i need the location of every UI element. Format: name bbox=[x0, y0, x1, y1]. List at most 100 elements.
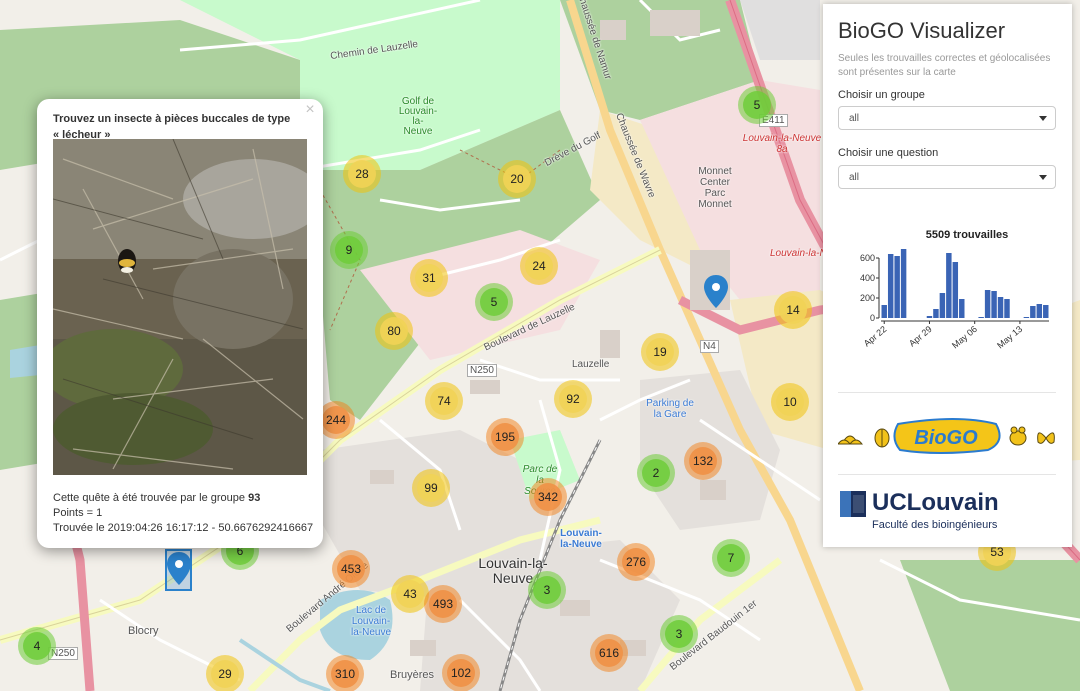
map-cluster-marker[interactable]: 31 bbox=[410, 259, 448, 297]
map-cluster-marker[interactable]: 9 bbox=[330, 231, 368, 269]
cluster-count: 342 bbox=[534, 483, 562, 511]
group-select-label: Choisir un groupe bbox=[838, 89, 925, 101]
map-cluster-marker[interactable]: 28 bbox=[343, 155, 381, 193]
chart-x-tick-label: May 06 bbox=[950, 324, 979, 351]
faculty-name: Faculté des bioingénieurs bbox=[872, 519, 998, 531]
cluster-count: 99 bbox=[417, 474, 445, 502]
butterfly-icon bbox=[1037, 432, 1055, 444]
map-cluster-marker[interactable]: 102 bbox=[442, 654, 480, 691]
map-cluster-marker[interactable]: 19 bbox=[641, 333, 679, 371]
popup-found-at: Trouvée le 2019:04:26 16:17:12 - 50.6676… bbox=[53, 522, 314, 534]
cluster-count: 19 bbox=[646, 338, 674, 366]
map-cluster-marker[interactable]: 276 bbox=[617, 543, 655, 581]
chart-y-tick-label: 0 bbox=[870, 313, 875, 323]
chart-y-tick-label: 600 bbox=[860, 253, 875, 263]
map-cluster-marker[interactable]: 92 bbox=[554, 380, 592, 418]
chart-bar bbox=[1004, 299, 1010, 318]
cluster-count: 80 bbox=[380, 317, 408, 345]
popup-group-prefix: Cette quête à été trouvée par le groupe bbox=[53, 492, 246, 504]
chart-bar bbox=[887, 254, 894, 318]
group-select[interactable]: all bbox=[838, 106, 1056, 130]
question-select[interactable]: all bbox=[838, 165, 1056, 189]
finds-chart: 5509 trouvailles 0 200 400 600 Apr 22 Apr 29 M… bbox=[860, 229, 1049, 351]
uclouvain-mark-icon bbox=[840, 491, 866, 517]
map-cluster-marker[interactable]: 5 bbox=[475, 283, 513, 321]
cluster-count: 310 bbox=[331, 660, 359, 688]
chevron-down-icon bbox=[1039, 116, 1047, 121]
map-cluster-marker[interactable]: 453 bbox=[332, 550, 370, 588]
chart-bar bbox=[1030, 306, 1036, 318]
divider bbox=[838, 474, 1056, 475]
map-cluster-marker[interactable]: 3 bbox=[660, 615, 698, 653]
map-cluster-marker[interactable]: 99 bbox=[412, 469, 450, 507]
cluster-count: 3 bbox=[533, 576, 561, 604]
popup-close-button[interactable]: × bbox=[301, 101, 319, 119]
group-select-value: all bbox=[849, 113, 860, 124]
map-cluster-marker[interactable]: 14 bbox=[774, 291, 812, 329]
chart-bar bbox=[926, 316, 933, 318]
chart-bar bbox=[1043, 305, 1049, 318]
map-cluster-marker[interactable]: 74 bbox=[425, 382, 463, 420]
cluster-count: 9 bbox=[335, 236, 363, 264]
map-cluster-marker[interactable]: 7 bbox=[712, 539, 750, 577]
chart-x-tick-label: May 13 bbox=[995, 324, 1024, 351]
chart-y-tick-label: 200 bbox=[860, 293, 875, 303]
cluster-count: 24 bbox=[525, 252, 553, 280]
cluster-count: 7 bbox=[717, 544, 745, 572]
chart-y-tick-label: 400 bbox=[860, 273, 875, 283]
chart-bar bbox=[1023, 317, 1030, 318]
uclouvain-name: UCLouvain bbox=[872, 489, 999, 516]
map-cluster-marker[interactable]: 24 bbox=[520, 247, 558, 285]
map-cluster-marker[interactable]: 616 bbox=[590, 634, 628, 672]
popup-points: Points = 1 bbox=[53, 507, 103, 519]
frog-icon bbox=[1009, 426, 1027, 446]
cluster-count: 14 bbox=[779, 296, 807, 324]
find-photo bbox=[53, 139, 307, 475]
cluster-count: 43 bbox=[396, 580, 424, 608]
find-popup: × Trouvez un insecte à pièces buccales d… bbox=[37, 99, 323, 548]
map-cluster-marker[interactable]: 5 bbox=[738, 86, 776, 124]
cluster-count: 5 bbox=[743, 91, 771, 119]
biogo-logo: BioGO bbox=[893, 418, 1001, 454]
map-cluster-marker[interactable]: 4 bbox=[18, 627, 56, 665]
cluster-count: 5 bbox=[480, 288, 508, 316]
cluster-count: 3 bbox=[665, 620, 693, 648]
popup-group-number: 93 bbox=[248, 492, 261, 504]
cluster-count: 28 bbox=[348, 160, 376, 188]
map-cluster-marker[interactable]: 195 bbox=[486, 418, 524, 456]
map-cluster-marker[interactable]: 493 bbox=[424, 585, 462, 623]
cluster-count: 102 bbox=[447, 659, 475, 687]
map-cluster-marker[interactable]: 132 bbox=[684, 442, 722, 480]
map-cluster-marker[interactable]: 10 bbox=[771, 383, 809, 421]
chart-bar bbox=[881, 305, 887, 318]
map-cluster-marker[interactable]: 3 bbox=[528, 571, 566, 609]
chart-x-tick-label: Apr 29 bbox=[907, 324, 934, 349]
beetle-icon bbox=[874, 428, 890, 448]
cluster-count: 92 bbox=[559, 385, 587, 413]
chart-bar bbox=[946, 253, 952, 318]
map-cluster-marker[interactable]: 29 bbox=[206, 655, 244, 691]
chart-bar bbox=[978, 317, 984, 318]
map-cluster-marker[interactable]: 20 bbox=[498, 160, 536, 198]
chart-x-tick-label: Apr 22 bbox=[862, 324, 889, 349]
cluster-count: 276 bbox=[622, 548, 650, 576]
map-cluster-marker[interactable]: 80 bbox=[375, 312, 413, 350]
cluster-count: 453 bbox=[337, 555, 365, 583]
chart-bar bbox=[900, 249, 907, 318]
chart-title: 5509 trouvailles bbox=[926, 229, 1009, 241]
chart-bar bbox=[894, 256, 900, 318]
map-cluster-marker[interactable]: 342 bbox=[529, 478, 567, 516]
cluster-count: 29 bbox=[211, 660, 239, 688]
svg-text:BioGO: BioGO bbox=[914, 427, 978, 449]
cluster-count: 244 bbox=[322, 406, 350, 434]
chart-bar bbox=[952, 262, 959, 318]
chart-bar bbox=[1036, 304, 1043, 318]
chart-bar bbox=[959, 299, 965, 318]
map-cluster-marker[interactable]: 310 bbox=[326, 655, 364, 691]
chart-bar bbox=[984, 290, 991, 318]
map-cluster-marker[interactable]: 2 bbox=[637, 454, 675, 492]
lotus-icon bbox=[838, 435, 864, 445]
app-title: BioGO Visualizer bbox=[838, 18, 1006, 43]
cluster-count: 493 bbox=[429, 590, 457, 618]
popup-info: Cette quête à été trouvée par le groupe … bbox=[53, 491, 313, 536]
